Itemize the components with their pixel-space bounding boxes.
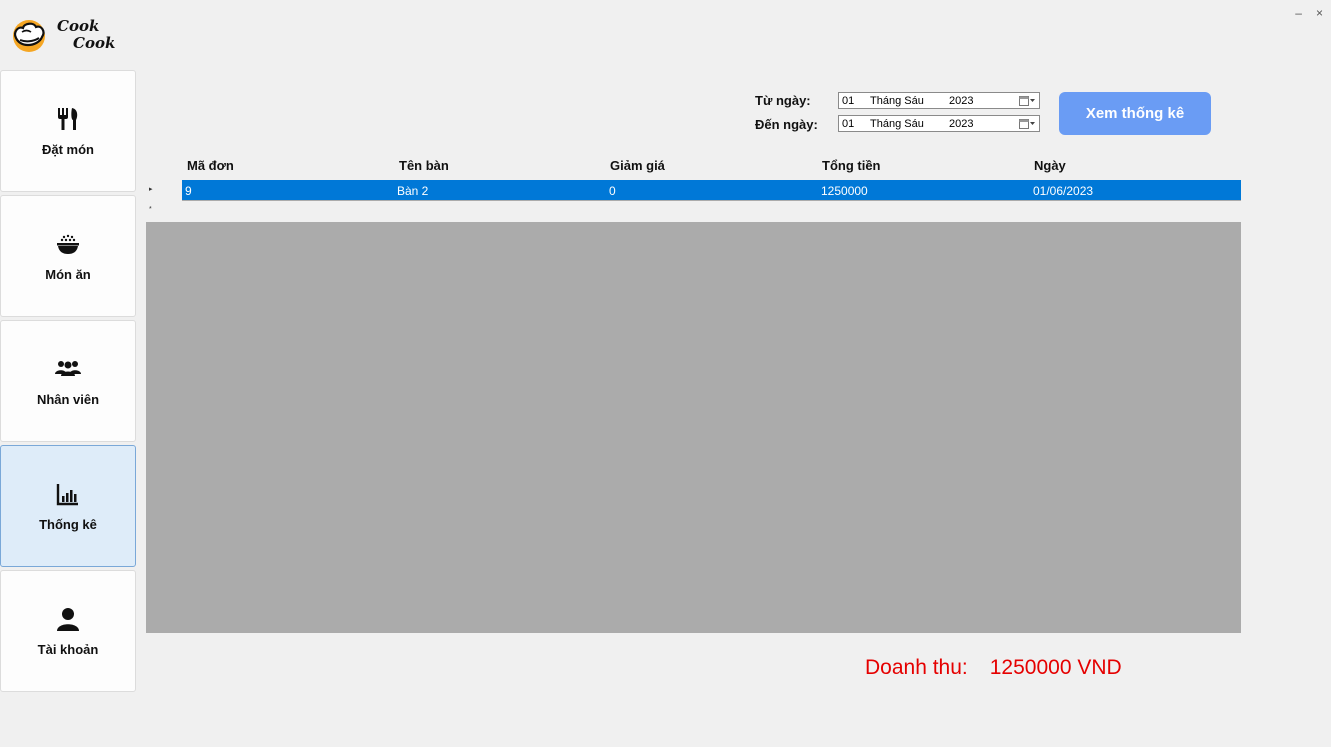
sidebar-item-thong-ke[interactable]: Thống kê [0,445,136,567]
revenue-label: Doanh thu: [865,656,968,679]
window-controls: – × [1295,6,1323,20]
calendar-dropdown-icon[interactable] [1019,118,1036,129]
cell-table-name: Bàn 2 [397,184,429,198]
column-header-discount[interactable]: Giảm giá [610,158,665,173]
new-row-indicator-icon: * [149,206,152,213]
rice-bowl-icon [1,230,135,258]
cell-total: 1250000 [821,184,868,198]
from-date-month: Tháng Sáu [870,94,924,107]
calendar-dropdown-icon[interactable] [1019,95,1036,106]
grid-header: Mã đơn Tên bàn Giảm giá Tổng tiền Ngày [146,154,1241,180]
sidebar-item-dat-mon[interactable]: Đặt món [0,70,136,192]
revenue-value: 1250000 VND [989,656,1122,679]
column-header-total[interactable]: Tổng tiền [822,158,881,173]
new-table-row[interactable] [182,201,1241,222]
cell-date: 01/06/2023 [1033,184,1094,198]
to-date-day: 01 [842,117,855,130]
column-header-table-name[interactable]: Tên bàn [399,158,449,173]
sidebar-item-mon-an[interactable]: Món ăn [0,195,136,317]
from-date-label: Từ ngày: [755,93,811,108]
sidebar-item-label: Món ăn [45,267,91,282]
revenue-summary: Doanh thu: 1250000 VND [865,656,1122,680]
to-date-year: 2023 [949,117,974,130]
row-header-column: ▸ * [146,180,182,222]
fork-knife-icon [1,105,135,133]
to-date-label: Đến ngày: [755,117,818,132]
sidebar-item-label: Thống kê [39,517,97,532]
sidebar-item-label: Đặt món [42,142,94,157]
view-statistics-button[interactable]: Xem thống kê [1059,92,1211,135]
current-row-indicator-icon: ▸ [149,186,153,193]
from-date-day: 01 [842,94,855,107]
from-date-picker[interactable]: 01 Tháng Sáu 2023 [838,92,1040,109]
sidebar-item-label: Nhân viên [36,392,100,407]
minimize-button[interactable]: – [1295,6,1302,20]
column-header-date[interactable]: Ngày [1034,158,1066,173]
chef-hat-logo-icon [13,20,45,52]
user-icon [1,605,135,633]
bar-chart-icon [1,480,135,508]
sidebar-item-nhan-vien[interactable]: Nhân viên [0,320,136,442]
logo-text-line2: Cook [73,34,116,52]
table-row[interactable]: 9 Bàn 2 0 1250000 01/06/2023 [182,180,1241,200]
to-date-picker[interactable]: 01 Tháng Sáu 2023 [838,115,1040,132]
close-button[interactable]: × [1316,6,1323,20]
logo-text-line1: Cook [57,17,100,35]
to-date-month: Tháng Sáu [870,117,924,130]
column-header-order-id[interactable]: Mã đơn [187,158,234,173]
sidebar-item-label: Tài khoản [37,642,99,657]
from-date-year: 2023 [949,94,974,107]
sidebar-item-tai-khoan[interactable]: Tài khoản [0,570,136,692]
users-icon [1,355,135,383]
orders-grid[interactable]: Mã đơn Tên bàn Giảm giá Tổng tiền Ngày ▸… [146,154,1241,633]
app-logo: Cook Cook [10,14,130,56]
cell-discount: 0 [609,184,616,198]
cell-order-id: 9 [185,184,192,198]
